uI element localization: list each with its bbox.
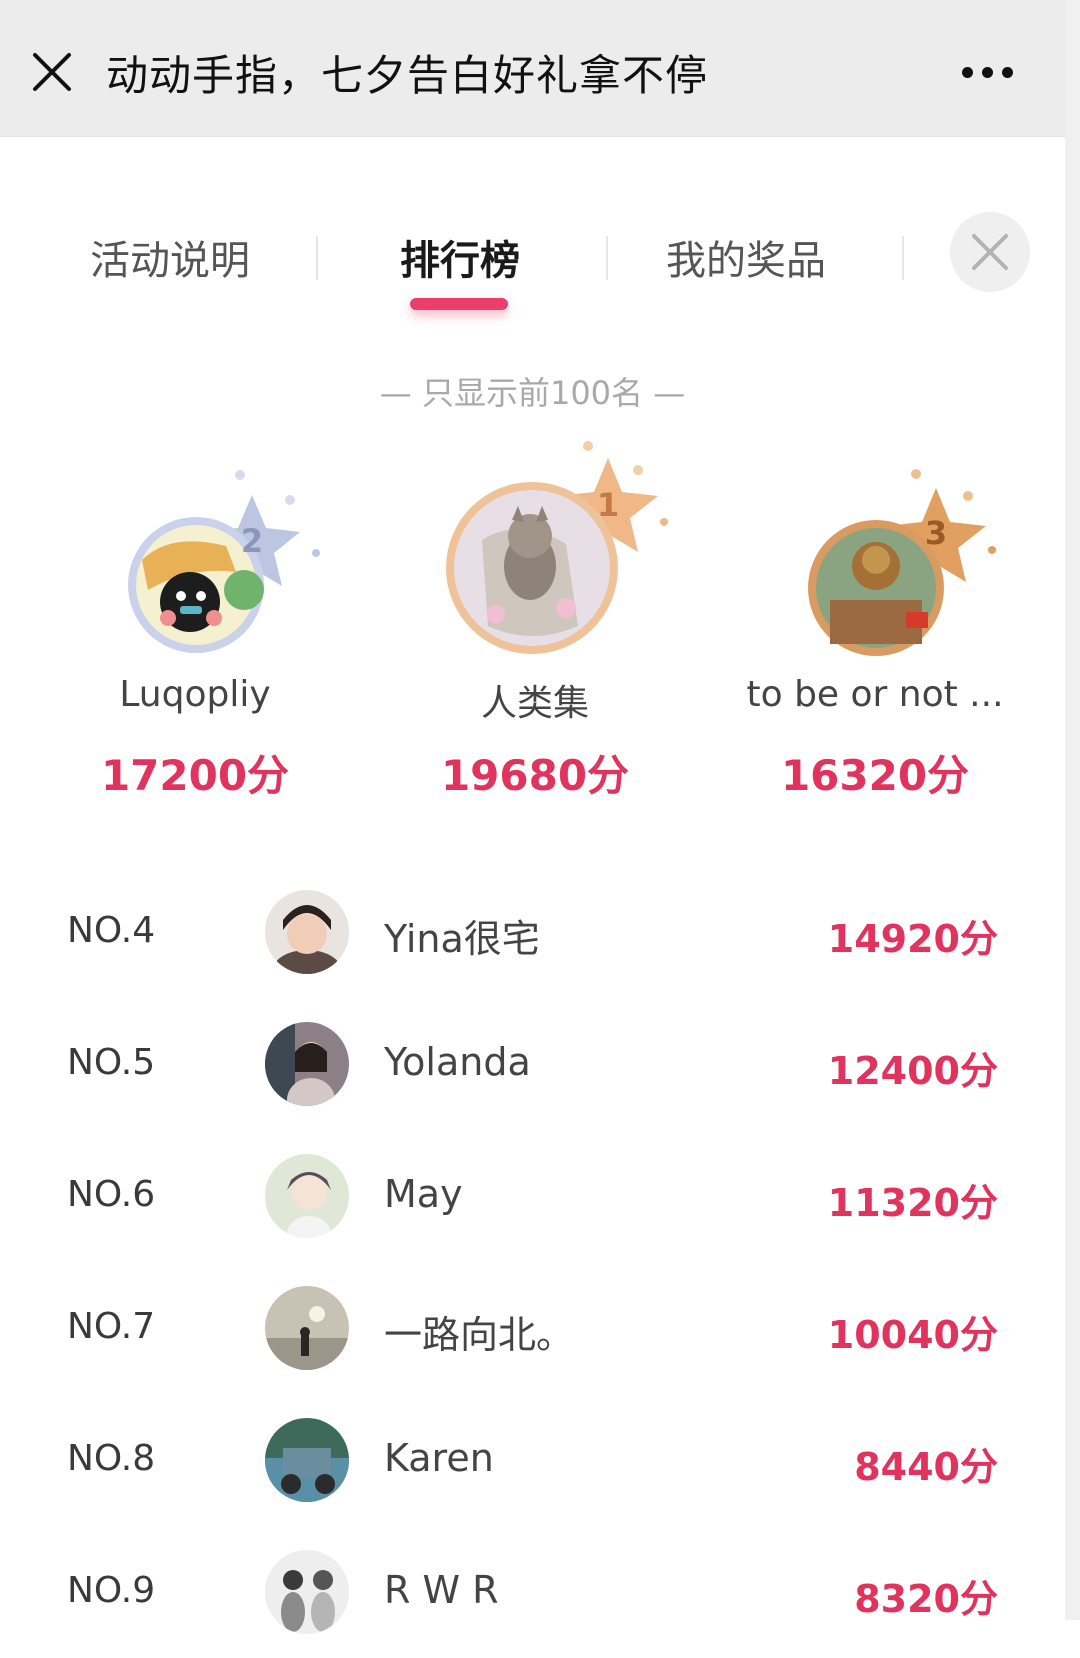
podium-name: to be or not ... (746, 674, 1004, 715)
page-edge (1065, 0, 1080, 1620)
avatar (265, 1418, 349, 1502)
podium-name: 人类集 (480, 683, 589, 724)
tab-rules[interactable]: 活动说明 (90, 228, 250, 286)
list-item[interactable]: NO.8 Karen 8440分 (0, 1394, 1065, 1526)
rank-number: NO.9 (67, 1570, 156, 1611)
close-icon[interactable] (32, 52, 72, 92)
rank-number: NO.6 (67, 1174, 156, 1215)
user-name: Yolanda (384, 1040, 531, 1084)
avatar (265, 1550, 349, 1634)
active-tab-indicator (410, 298, 508, 310)
page-title: 动动手指，七夕告白好礼拿不停 (106, 51, 709, 100)
avatar: 1 (446, 441, 668, 654)
user-score: 11320分 (827, 1181, 998, 1225)
panel-close-button[interactable] (950, 212, 1030, 292)
list-item[interactable]: NO.5 Yolanda 12400分 (0, 998, 1065, 1130)
avatar (265, 890, 349, 974)
title-bar: 动动手指，七夕告白好礼拿不停 (0, 0, 1065, 137)
avatar (265, 1286, 349, 1370)
avatar: 3 (808, 469, 996, 656)
user-score: 8320分 (854, 1577, 998, 1621)
user-name: 一路向北。 (384, 1313, 575, 1357)
rank-number: NO.5 (67, 1042, 156, 1083)
podium-rank-label: 2 (241, 522, 263, 560)
close-icon (972, 234, 1008, 270)
list-item[interactable]: NO.9 R W R 8320分 (0, 1526, 1065, 1658)
podium-third[interactable]: 3 to be or not ... 16320分 (710, 440, 1040, 800)
rank-number: NO.8 (67, 1438, 156, 1479)
podium-second[interactable]: 2 Luqopliy 17200分 (30, 440, 360, 800)
rank-number: NO.7 (67, 1306, 156, 1347)
tab-bar: 活动说明 排行榜 我的奖品 (0, 214, 1065, 310)
podium-score: 17200分 (100, 751, 290, 800)
podium-score: 19680分 (440, 751, 630, 800)
user-name: Yina很宅 (384, 917, 540, 961)
tab-divider (606, 236, 608, 280)
top-100-notice: — 只显示前100名 — (379, 374, 686, 412)
tab-divider (316, 236, 318, 280)
user-score: 10040分 (827, 1313, 998, 1357)
avatar (265, 1022, 349, 1106)
tab-leaderboard[interactable]: 排行榜 (400, 228, 520, 286)
user-score: 8440分 (854, 1445, 998, 1489)
list-item[interactable]: NO.7 一路向北。 10040分 (0, 1262, 1065, 1394)
tab-divider (902, 236, 904, 280)
podium-first[interactable]: 1 人类集 19680分 (370, 440, 700, 800)
user-name: May (384, 1172, 463, 1216)
rank-number: NO.4 (67, 910, 156, 951)
podium-score: 16320分 (780, 751, 970, 800)
tab-my-prizes[interactable]: 我的奖品 (666, 228, 826, 286)
avatar (265, 1154, 349, 1238)
user-name: Karen (384, 1436, 494, 1480)
more-icon[interactable] (962, 62, 1018, 84)
podium-rank-label: 3 (925, 514, 947, 552)
user-name: R W R (384, 1568, 499, 1612)
list-item[interactable]: NO.4 Yina很宅 14920分 (0, 866, 1065, 998)
podium-rank-label: 1 (597, 486, 619, 524)
list-item[interactable]: NO.6 May 11320分 (0, 1130, 1065, 1262)
user-score: 14920分 (827, 917, 998, 961)
podium-name: Luqopliy (119, 674, 271, 715)
user-score: 12400分 (827, 1049, 998, 1093)
avatar: 2 (128, 470, 320, 653)
